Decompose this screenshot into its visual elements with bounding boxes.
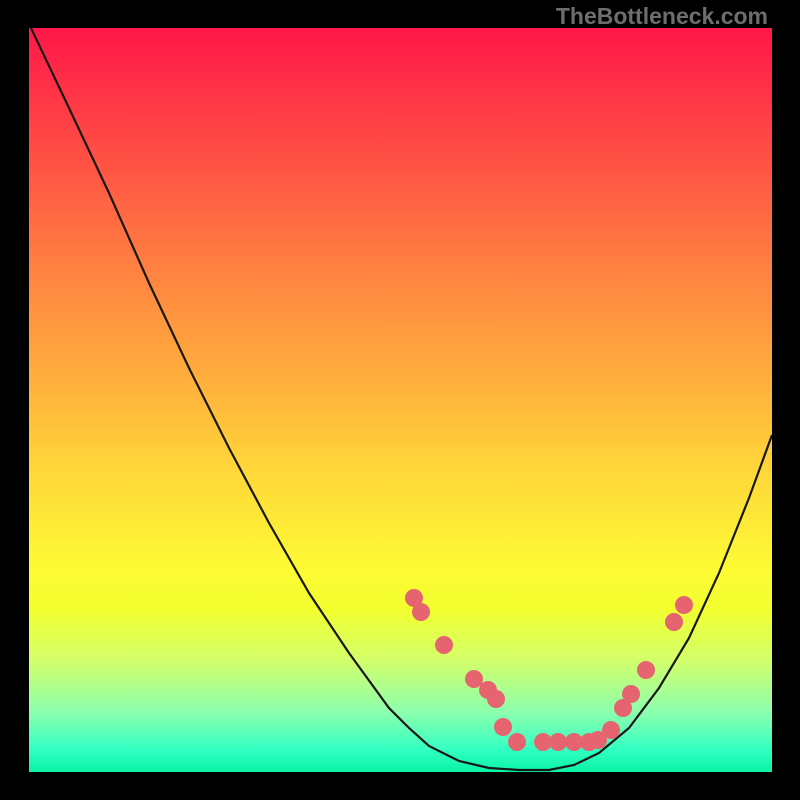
chart-svg: [29, 28, 772, 772]
scatter-point: [614, 699, 632, 717]
chart-frame: TheBottleneck.com: [0, 0, 800, 800]
scatter-point: [465, 670, 483, 688]
scatter-point: [494, 718, 512, 736]
scatter-point: [479, 681, 497, 699]
chart-plot-area: [29, 28, 772, 772]
scatter-point: [435, 636, 453, 654]
watermark-text: TheBottleneck.com: [556, 3, 768, 30]
scatter-point: [412, 603, 430, 621]
scatter-point: [675, 596, 693, 614]
scatter-point: [487, 690, 505, 708]
scatter-point: [622, 685, 640, 703]
scatter-point: [549, 733, 567, 751]
scatter-point: [405, 589, 423, 607]
scatter-point: [508, 733, 526, 751]
scatter-point: [534, 733, 552, 751]
scatter-point: [565, 733, 583, 751]
scatter-point: [602, 721, 620, 739]
scatter-point: [589, 731, 607, 749]
scatter-point: [580, 733, 598, 751]
bottleneck-curve: [31, 28, 772, 770]
scatter-points: [405, 589, 693, 751]
scatter-point: [637, 661, 655, 679]
scatter-point: [665, 613, 683, 631]
